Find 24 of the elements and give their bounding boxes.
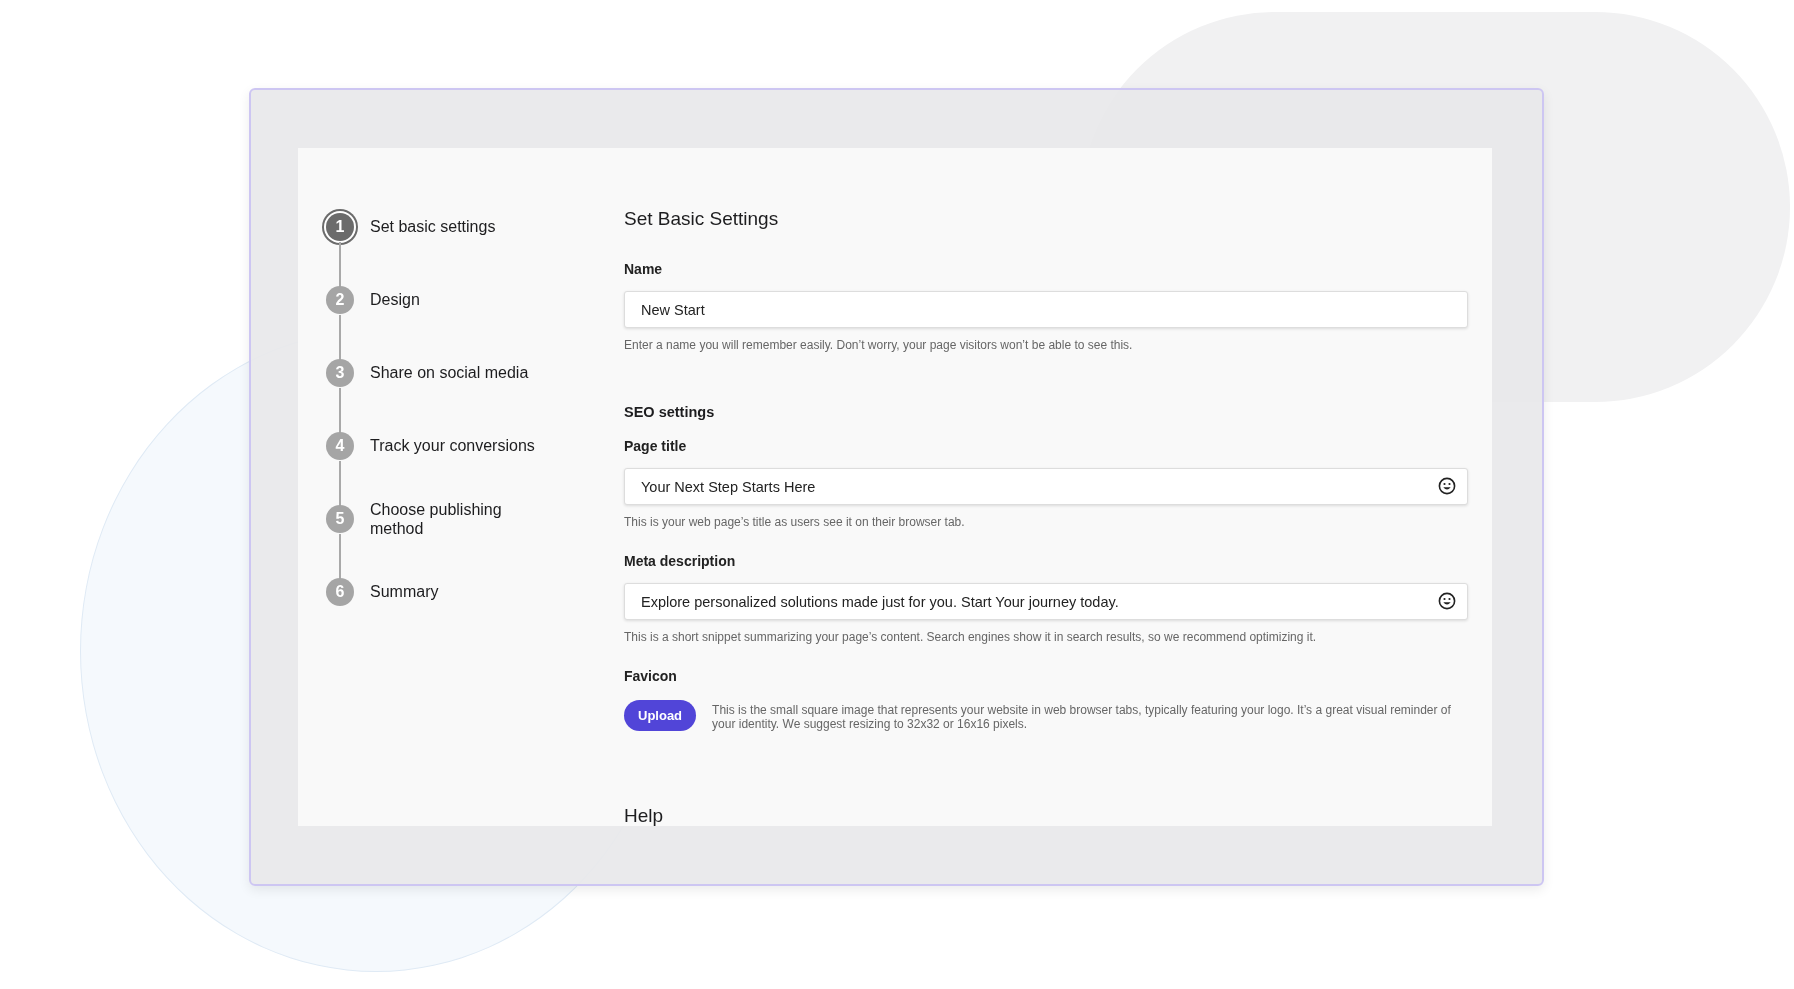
- step-label[interactable]: Design: [370, 290, 550, 309]
- field-label: Favicon: [624, 668, 677, 684]
- upload-button[interactable]: Upload: [624, 700, 697, 731]
- emoji-icon[interactable]: [1438, 477, 1456, 495]
- step-label[interactable]: Set basic settings: [370, 217, 550, 236]
- section-title: Help: [624, 805, 664, 826]
- step-label[interactable]: Summary: [370, 582, 550, 601]
- help-text: This is the small square image that represents your website in web browser tabs, typically featuring your logo. It’s a great visual reminder of your identity. We suggest resizing to 32x32 or 16x16 pixels.: [712, 703, 1452, 731]
- field-label: Meta description: [624, 553, 736, 569]
- section-title: Set Basic Settings: [624, 208, 779, 230]
- emoji-icon[interactable]: [1438, 592, 1456, 610]
- text-field[interactable]: Your Next Step Starts Here: [624, 468, 1468, 505]
- text-field[interactable]: Explore personalized solutions made just for you. Start Your journey today.: [624, 583, 1468, 620]
- help-text: Enter a name you will remember easily. Don’t worry, your page visitors won’t be able to see this.: [624, 338, 1133, 352]
- help-text: This is your web page’s title as users see it on their browser tab.: [624, 515, 965, 529]
- step-label[interactable]: Share on social media: [370, 363, 550, 382]
- step-label[interactable]: Track your conversions: [370, 436, 550, 455]
- help-text: This is a short snippet summarizing your page’s content. Search engines show it in search results, so we recommend optimizing it.: [624, 630, 1317, 644]
- step-number[interactable]: 1: [326, 212, 354, 241]
- step-label[interactable]: Choose publishing method: [370, 499, 550, 538]
- section-heading: SEO settings: [624, 404, 715, 420]
- field-label: Page title: [624, 438, 687, 454]
- text-field[interactable]: New Start: [624, 291, 1468, 328]
- field-label: Name: [624, 261, 663, 277]
